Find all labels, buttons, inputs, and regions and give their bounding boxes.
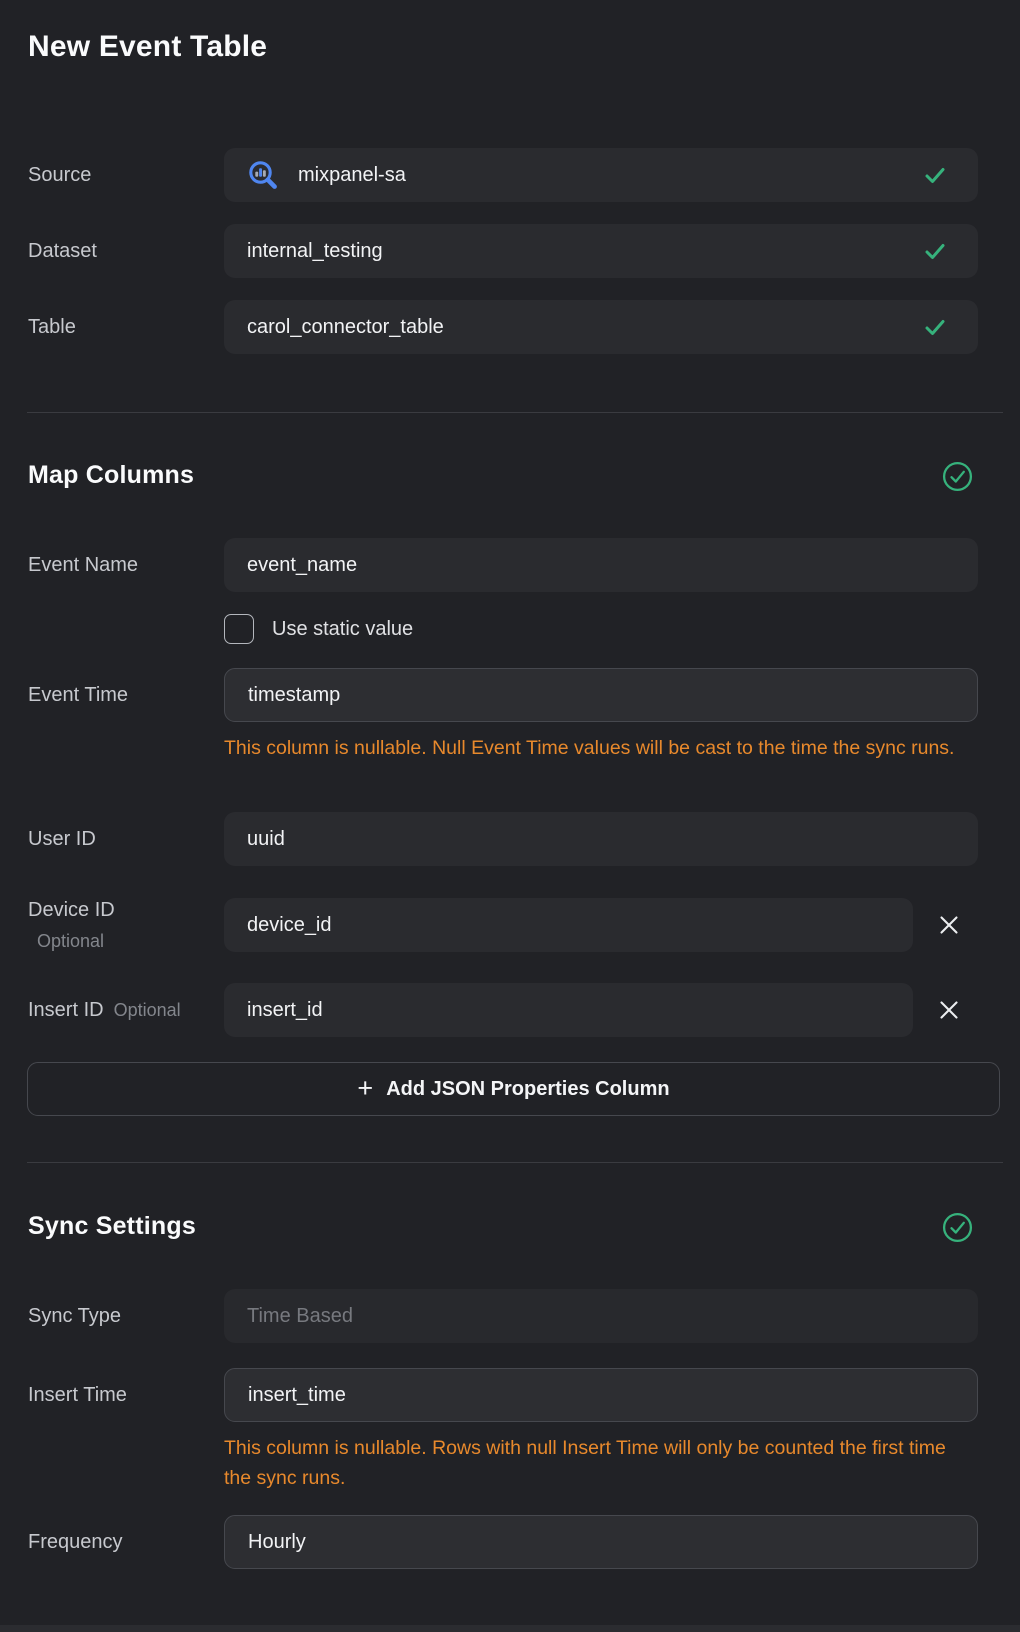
dataset-label: Dataset	[28, 224, 97, 278]
sync-settings-heading: Sync Settings	[28, 1212, 196, 1241]
insert-id-value: insert_id	[247, 999, 323, 1022]
source-field[interactable]: mixpanel-sa	[224, 148, 978, 202]
insert-id-optional-tag: Optional	[114, 1000, 181, 1021]
use-static-value-label: Use static value	[272, 614, 413, 644]
table-field[interactable]: carol_connector_table	[224, 300, 978, 354]
page-title: New Event Table	[28, 30, 267, 64]
sync-settings-complete-icon	[942, 1212, 973, 1243]
frequency-label: Frequency	[28, 1515, 123, 1569]
frequency-value: Hourly	[248, 1531, 306, 1554]
section-divider	[27, 412, 1003, 413]
device-id-label: Device ID Optional	[28, 899, 115, 952]
plus-icon: +	[357, 1075, 373, 1102]
insert-time-value: insert_time	[248, 1384, 346, 1407]
sync-type-field: Time Based	[224, 1289, 978, 1343]
dataset-valid-check-icon	[922, 238, 948, 264]
frequency-field[interactable]: Hourly	[224, 1515, 978, 1569]
sync-type-value: Time Based	[247, 1305, 353, 1328]
table-value: carol_connector_table	[247, 316, 444, 339]
map-columns-heading: Map Columns	[28, 461, 194, 490]
use-static-value-checkbox[interactable]	[224, 614, 254, 644]
section-divider	[27, 1162, 1003, 1163]
event-time-nullable-warning: This column is nullable. Null Event Time…	[224, 733, 966, 763]
insert-id-label: Insert ID Optional	[28, 983, 181, 1037]
insert-id-field[interactable]: insert_id	[224, 983, 913, 1037]
table-valid-check-icon	[922, 314, 948, 340]
user-id-field[interactable]: uuid	[224, 812, 978, 866]
table-label: Table	[28, 300, 76, 354]
map-columns-complete-icon	[942, 461, 973, 492]
device-id-field[interactable]: device_id	[224, 898, 913, 952]
event-time-field[interactable]: timestamp	[224, 668, 978, 722]
dataset-value: internal_testing	[247, 240, 383, 263]
event-name-field[interactable]: event_name	[224, 538, 978, 592]
device-id-remove-button[interactable]	[937, 913, 961, 937]
insert-time-label: Insert Time	[28, 1368, 127, 1422]
source-label: Source	[28, 148, 91, 202]
sync-type-label: Sync Type	[28, 1289, 121, 1343]
source-valid-check-icon	[922, 162, 948, 188]
device-id-value: device_id	[247, 914, 332, 937]
user-id-value: uuid	[247, 828, 285, 851]
event-time-value: timestamp	[248, 684, 340, 707]
event-time-label: Event Time	[28, 668, 128, 722]
event-name-label: Event Name	[28, 538, 138, 592]
insert-id-remove-button[interactable]	[937, 998, 961, 1022]
insert-time-nullable-warning: This column is nullable. Rows with null …	[224, 1433, 966, 1493]
source-value: mixpanel-sa	[298, 164, 406, 187]
bigquery-icon	[247, 159, 280, 192]
add-json-properties-column-button[interactable]: + Add JSON Properties Column	[27, 1062, 1000, 1116]
dataset-field[interactable]: internal_testing	[224, 224, 978, 278]
device-id-optional-tag: Optional	[37, 931, 115, 952]
footer-strip	[0, 1625, 1020, 1632]
user-id-label: User ID	[28, 812, 96, 866]
new-event-table-form: New Event Table Source mixpanel-sa Datas…	[0, 0, 1020, 1632]
insert-time-field[interactable]: insert_time	[224, 1368, 978, 1422]
event-name-value: event_name	[247, 554, 357, 577]
